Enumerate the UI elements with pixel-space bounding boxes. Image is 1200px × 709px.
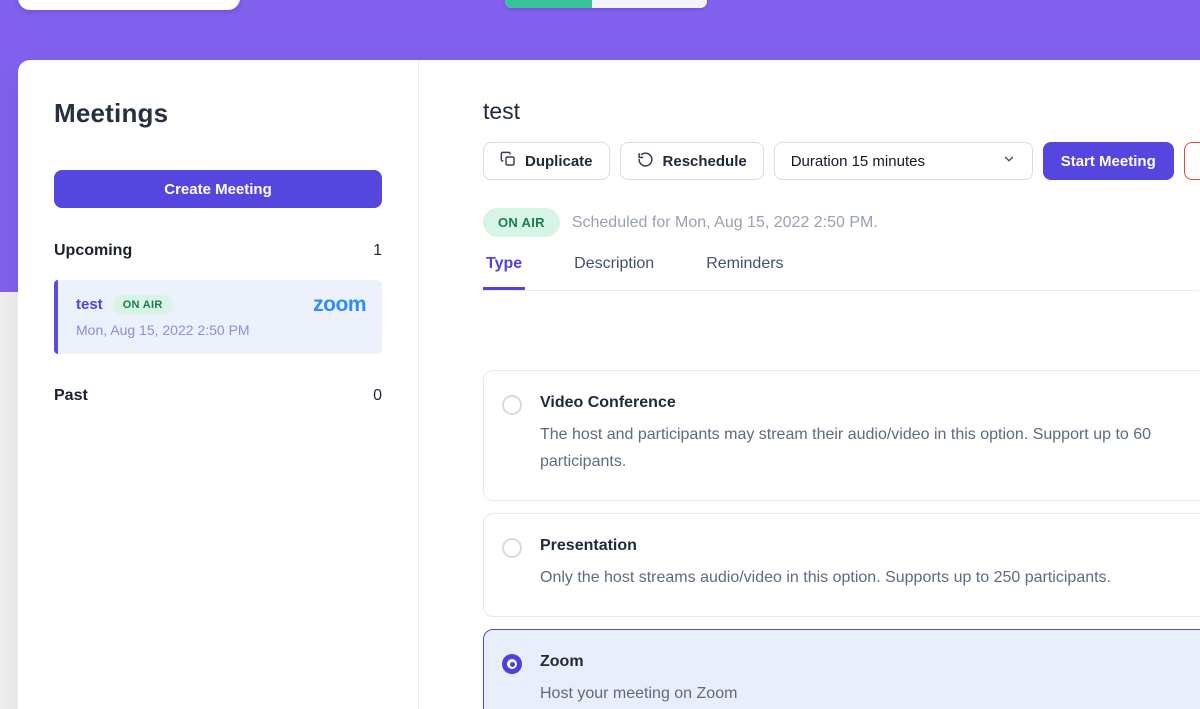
meeting-datetime: Mon, Aug 15, 2022 2:50 PM <box>76 322 366 338</box>
option-description: Host your meeting on Zoom <box>540 680 737 707</box>
tab-description[interactable]: Description <box>571 255 657 290</box>
duplicate-button[interactable]: Duplicate <box>483 142 610 180</box>
progress-bar-fill <box>505 0 592 8</box>
meeting-name: test <box>76 296 103 313</box>
meetings-sidebar: Meetings Create Meeting Upcoming 1 test … <box>18 60 419 709</box>
action-toolbar: Duplicate Reschedule Duration 15 minutes… <box>483 142 1200 180</box>
reschedule-button[interactable]: Reschedule <box>620 142 764 180</box>
duration-select[interactable]: Duration 15 minutes <box>774 142 1033 180</box>
app-viewport: Meetings Create Meeting Upcoming 1 test … <box>0 0 1200 709</box>
detail-tabs: Type Description Reminders <box>483 255 1199 291</box>
tab-type[interactable]: Type <box>483 255 525 290</box>
option-title: Zoom <box>540 653 737 671</box>
meeting-list-item[interactable]: test ON AIR zoom Mon, Aug 15, 2022 2:50 … <box>54 280 382 354</box>
copy-icon <box>500 151 516 171</box>
meeting-type-options: Video Conference The host and participan… <box>483 370 1200 709</box>
clipped-top-card <box>18 0 240 10</box>
option-title: Presentation <box>540 537 1111 555</box>
past-count: 0 <box>373 387 382 405</box>
sidebar-title: Meetings <box>54 98 382 129</box>
option-video-conference[interactable]: Video Conference The host and participan… <box>483 370 1200 501</box>
create-meeting-button[interactable]: Create Meeting <box>54 170 382 208</box>
option-description: Only the host streams audio/video in thi… <box>540 564 1111 591</box>
chevron-down-icon <box>1002 152 1016 170</box>
zoom-logo: zoom <box>313 294 366 315</box>
content-panel: Meetings Create Meeting Upcoming 1 test … <box>18 60 1200 709</box>
reschedule-icon <box>637 151 654 172</box>
upcoming-count: 1 <box>373 242 382 260</box>
option-presentation[interactable]: Presentation Only the host streams audio… <box>483 513 1200 617</box>
option-title: Video Conference <box>540 394 1200 412</box>
on-air-status-badge: ON AIR <box>483 208 560 237</box>
meeting-title: test <box>483 98 1200 125</box>
tab-reminders[interactable]: Reminders <box>703 255 786 290</box>
radio-checked-icon[interactable] <box>502 654 522 674</box>
radio-unchecked-icon[interactable] <box>502 538 522 558</box>
on-air-badge: ON AIR <box>113 295 173 315</box>
radio-unchecked-icon[interactable] <box>502 395 522 415</box>
delete-button-clipped[interactable] <box>1184 142 1200 180</box>
past-section-header[interactable]: Past 0 <box>54 387 382 405</box>
meeting-detail: test Duplicate Reschedule Duration 15 mi… <box>419 60 1200 709</box>
option-description: The host and participants may stream the… <box>540 421 1200 475</box>
duration-value: Duration 15 minutes <box>791 153 925 170</box>
progress-bar <box>505 0 707 8</box>
option-zoom[interactable]: Zoom Host your meeting on Zoom <box>483 629 1200 709</box>
upcoming-label: Upcoming <box>54 242 132 260</box>
scheduled-text: Scheduled for Mon, Aug 15, 2022 2:50 PM. <box>572 214 878 232</box>
duplicate-label: Duplicate <box>525 153 593 170</box>
reschedule-label: Reschedule <box>663 153 747 170</box>
past-label: Past <box>54 387 88 405</box>
upcoming-section-header[interactable]: Upcoming 1 <box>54 242 382 260</box>
status-row: ON AIR Scheduled for Mon, Aug 15, 2022 2… <box>483 208 1200 237</box>
start-meeting-button[interactable]: Start Meeting <box>1043 142 1174 180</box>
